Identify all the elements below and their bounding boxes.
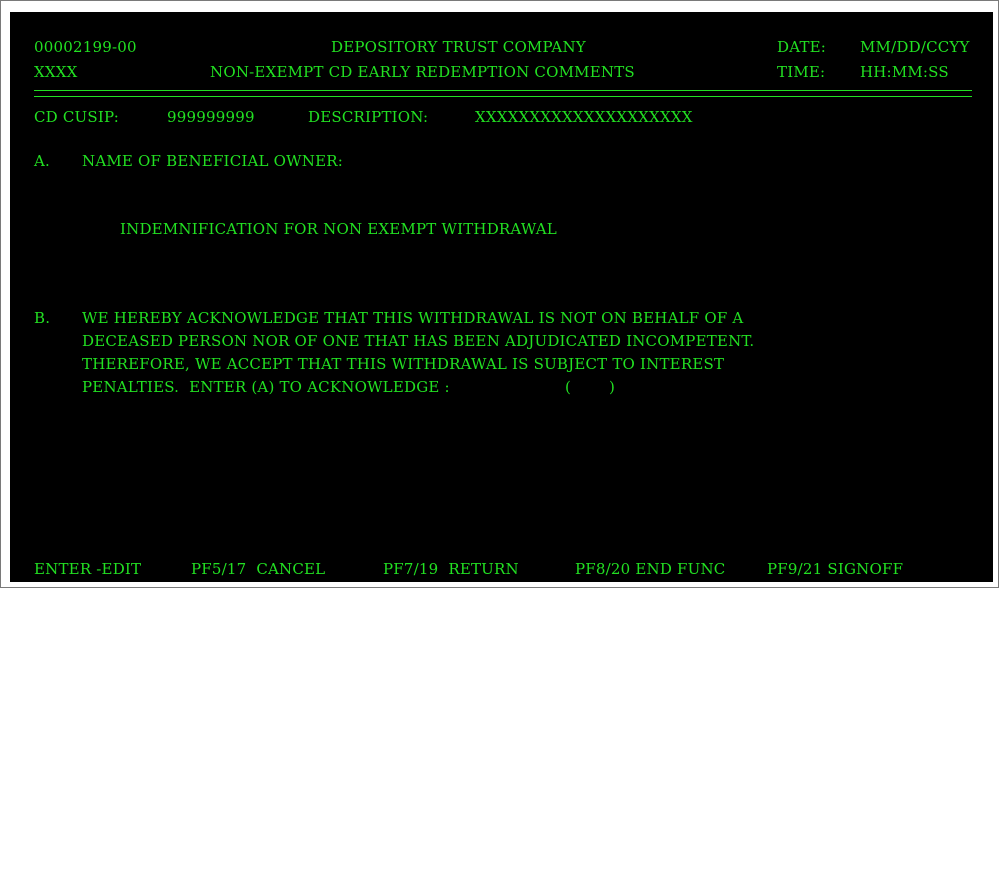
header-separator	[34, 90, 972, 97]
fkey-pf7-return[interactable]: PF7/19 RETURN	[383, 560, 519, 578]
company-name: DEPOSITORY TRUST COMPANY	[331, 38, 586, 56]
screen-title: NON-EXEMPT CD EARLY REDEMPTION COMMENTS	[210, 63, 635, 81]
terminal-window: 00002199-00 DEPOSITORY TRUST COMPANY DAT…	[0, 0, 999, 588]
acknowledgement-line-2: DECEASED PERSON NOR OF ONE THAT HAS BEEN…	[82, 332, 755, 350]
description-label: DESCRIPTION:	[308, 108, 429, 126]
acknowledge-input[interactable]	[576, 379, 606, 397]
date-label: DATE:	[777, 38, 827, 56]
cusip-value: 999999999	[167, 108, 255, 126]
screen-id: 00002199-00	[34, 38, 137, 56]
description-value: XXXXXXXXXXXXXXXXXXXX	[475, 108, 693, 126]
fkey-pf8-end-func[interactable]: PF8/20 END FUNC	[575, 560, 725, 578]
ack-close-paren: )	[609, 378, 616, 396]
section-a-marker: A.	[34, 152, 51, 170]
date-value: MM/DD/CCYY	[860, 38, 970, 56]
acknowledgement-line-3: THEREFORE, WE ACCEPT THAT THIS WITHDRAWA…	[82, 355, 725, 373]
terminal-screen: 00002199-00 DEPOSITORY TRUST COMPANY DAT…	[10, 12, 993, 582]
acknowledgement-prompt: PENALTIES. ENTER (A) TO ACKNOWLEDGE :	[82, 378, 450, 396]
fkey-enter-edit[interactable]: ENTER -EDIT	[34, 560, 141, 578]
user-id: XXXX	[34, 63, 78, 81]
time-label: TIME:	[777, 63, 826, 81]
fkey-pf9-signoff[interactable]: PF9/21 SIGNOFF	[767, 560, 903, 578]
time-value: HH:MM:SS	[860, 63, 949, 81]
indemnification-heading: INDEMNIFICATION FOR NON EXEMPT WITHDRAWA…	[120, 220, 557, 238]
beneficial-owner-label: NAME OF BENEFICIAL OWNER:	[82, 152, 343, 170]
acknowledgement-line-1: WE HEREBY ACKNOWLEDGE THAT THIS WITHDRAW…	[82, 309, 744, 327]
section-b-marker: B.	[34, 309, 51, 327]
cusip-label: CD CUSIP:	[34, 108, 120, 126]
ack-open-paren: (	[565, 378, 572, 396]
fkey-pf5-cancel[interactable]: PF5/17 CANCEL	[191, 560, 325, 578]
